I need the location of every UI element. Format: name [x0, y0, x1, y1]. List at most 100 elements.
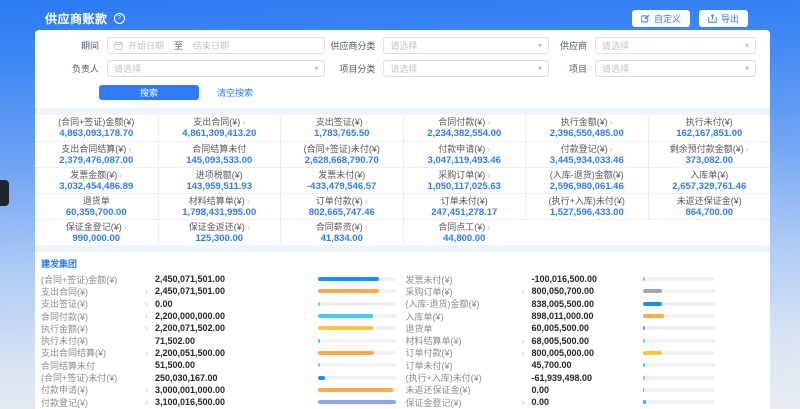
- stat-card[interactable]: 付款申请(¥)›3,047,119,493.46: [403, 141, 526, 167]
- stat-label: 入库单(¥): [690, 170, 728, 181]
- customize-button[interactable]: 自定义: [632, 10, 690, 27]
- stat-label: (执行+入库)未付(¥): [549, 196, 625, 207]
- stat-cell-empty: [648, 219, 771, 245]
- metric-row: (执行+入库)未付(¥)-61,939,498.00: [406, 371, 771, 383]
- group-name-link[interactable]: 建发集团: [41, 257, 770, 270]
- metric-row[interactable]: 支出合同(¥)›2,450,071,501.00: [41, 285, 406, 297]
- stat-value: 162,167,851.00: [676, 128, 742, 139]
- metric-row[interactable]: 订单付款(¥)›800,005,000.00: [406, 347, 771, 359]
- stat-label: 合同结算未付: [192, 144, 246, 155]
- stat-value: 864,700.00: [685, 207, 733, 218]
- metric-row[interactable]: 支出合同结算(¥)›2,200,051,500.00: [41, 347, 406, 359]
- date-range-input[interactable]: 开始日期 至 结束日期: [107, 37, 325, 54]
- stat-card[interactable]: 采购订单(¥)›1,050,117,025.63: [403, 167, 526, 193]
- metric-label: 支出合同(¥): [41, 285, 145, 298]
- stat-card[interactable]: 保证金返还(¥)›125,300.00: [158, 219, 281, 245]
- stat-card[interactable]: 合同薪资(¥)›41,834.00: [280, 219, 403, 245]
- metric-bar-fill: [643, 388, 644, 392]
- stat-card[interactable]: 支出合同结算(¥)›2,379,476,087.00: [35, 141, 158, 167]
- stat-label: 订单未付(¥): [441, 196, 488, 207]
- owner-select[interactable]: 请选择 ▾: [107, 60, 325, 77]
- supplier-category-select[interactable]: 请选择 ▾: [383, 37, 549, 54]
- stat-label: 执行未付(¥): [686, 117, 733, 128]
- chevron-right-icon: ›: [247, 222, 250, 232]
- stat-label: 保证金返还(¥)›: [189, 222, 250, 233]
- stat-value: 44,800.00: [443, 233, 485, 244]
- stat-label: 剩余预付款金额(¥)›: [670, 144, 749, 155]
- metric-bar-fill: [643, 363, 645, 367]
- stat-card[interactable]: 付款登记(¥)›3,445,934,033.46: [525, 141, 648, 167]
- metric-row[interactable]: 付款登记(¥)›3,100,016,500.00: [41, 396, 406, 408]
- stat-label: 未返还保证金(¥): [677, 196, 742, 207]
- project-select[interactable]: 请选择 ▾: [595, 60, 756, 77]
- stat-card: (合同+签证)未付(¥)2,628,668,790.70: [280, 141, 403, 167]
- search-button[interactable]: 搜索: [99, 85, 199, 100]
- metric-row[interactable]: 付款申请(¥)›3,000,001,000.00: [41, 384, 406, 396]
- stat-label: 材料结算单(¥)›: [189, 196, 250, 207]
- metric-label: 发票未付(¥): [406, 273, 522, 286]
- metric-row[interactable]: 执行金额(¥)›2,200,071,502.00: [41, 322, 406, 334]
- stat-value: 1,050,117,025.63: [428, 181, 501, 192]
- stat-card[interactable]: 保证金登记(¥)›990,000.00: [35, 219, 158, 245]
- chevron-right-icon: ›: [487, 144, 490, 154]
- stat-card[interactable]: 剩余预付款金额(¥)›373,082.00: [648, 141, 771, 167]
- stat-card: 退货单60,359,700.00: [35, 193, 158, 219]
- metric-value: 51,500.00: [155, 360, 318, 370]
- metric-row[interactable]: 保证金登记(¥)›0.00: [406, 396, 771, 408]
- stat-label: 保证金登记(¥)›: [66, 222, 127, 233]
- start-date-input[interactable]: 开始日期: [128, 39, 164, 52]
- chevron-right-icon: ›: [522, 286, 532, 296]
- metric-row: 退货单60,005,500.00: [406, 322, 771, 334]
- chevron-down-icon: ▾: [314, 64, 318, 73]
- metric-row[interactable]: 支出签证(¥)›0.00: [41, 298, 406, 310]
- export-button[interactable]: 导出: [699, 10, 748, 27]
- stat-value: 145,093,533.00: [186, 155, 252, 166]
- help-icon[interactable]: ?: [114, 13, 125, 24]
- metric-row[interactable]: 合同付款(¥)›2,200,000,000.00: [41, 310, 406, 322]
- stat-label-text: 执行金额(¥): [561, 117, 608, 127]
- metric-bar: [318, 351, 396, 355]
- metric-label: (合同+签证)金额(¥): [41, 273, 145, 286]
- stat-card: 合同结算未付145,093,533.00: [158, 141, 281, 167]
- supplier-select[interactable]: 请选择 ▾: [595, 37, 756, 54]
- stat-card[interactable]: 订单付款(¥)›802,665,747.46: [280, 193, 403, 219]
- metric-bar-fill: [643, 376, 645, 380]
- metric-bar-fill: [318, 388, 394, 392]
- stat-card[interactable]: 发票金额(¥)›3,032,454,486.89: [35, 167, 158, 193]
- chevron-right-icon: ›: [145, 385, 155, 395]
- stat-value: 802,665,747.46: [309, 207, 375, 218]
- stat-value: 4,863,093,178.70: [59, 128, 133, 139]
- stat-card: 订单未付(¥)247,451,278.17: [403, 193, 526, 219]
- stat-value: 2,396,550,485.00: [550, 128, 624, 139]
- chevron-right-icon: ›: [145, 311, 155, 321]
- stat-label-text: 支出合同(¥): [193, 117, 240, 127]
- end-date-input[interactable]: 结束日期: [193, 39, 229, 52]
- project-category-select[interactable]: 请选择 ▾: [383, 60, 549, 77]
- chevron-right-icon: ›: [487, 117, 490, 127]
- metric-row: 入库单(¥)898,011,000.00: [406, 310, 771, 322]
- metric-bar: [318, 277, 396, 281]
- stat-label: 合同付款(¥)›: [438, 117, 490, 128]
- stat-card[interactable]: 支出签证(¥)›1,783,765.50: [280, 115, 403, 141]
- metric-bar: [643, 363, 715, 367]
- stat-value: 2,628,668,790.70: [305, 155, 379, 166]
- metric-value: 45,700.00: [532, 360, 644, 370]
- metric-row[interactable]: 采购订单(¥)›800,050,700.00: [406, 285, 771, 297]
- metric-value: 838,005,500.00: [532, 299, 644, 309]
- stat-label-text: 订单付款(¥): [316, 196, 363, 206]
- metric-row[interactable]: 材料结算单(¥)›68,005,500.00: [406, 334, 771, 346]
- stat-card[interactable]: 执行金额(¥)›2,396,550,485.00: [525, 115, 648, 141]
- side-drawer-handle[interactable]: [0, 180, 9, 206]
- stat-card[interactable]: 支出合同(¥)›4,861,309,413.20: [158, 115, 281, 141]
- metric-row: 执行未付(¥)71,502.00: [41, 334, 406, 346]
- metric-value: 0.00: [155, 299, 318, 309]
- owner-label: 负责人: [35, 62, 107, 75]
- stat-value: 2,234,382,554.00: [427, 128, 501, 139]
- stat-card[interactable]: 合同付款(¥)›2,234,382,554.00: [403, 115, 526, 141]
- clear-search-link[interactable]: 清空搜索: [217, 86, 253, 99]
- metric-value: -61,939,498.00: [532, 373, 644, 383]
- stat-label: 付款申请(¥)›: [438, 144, 490, 155]
- stat-card[interactable]: 材料结算单(¥)›1,798,431,995.00: [158, 193, 281, 219]
- project-label: 项目: [549, 62, 595, 75]
- stat-card[interactable]: 合同点工(¥)›44,800.00: [403, 219, 526, 245]
